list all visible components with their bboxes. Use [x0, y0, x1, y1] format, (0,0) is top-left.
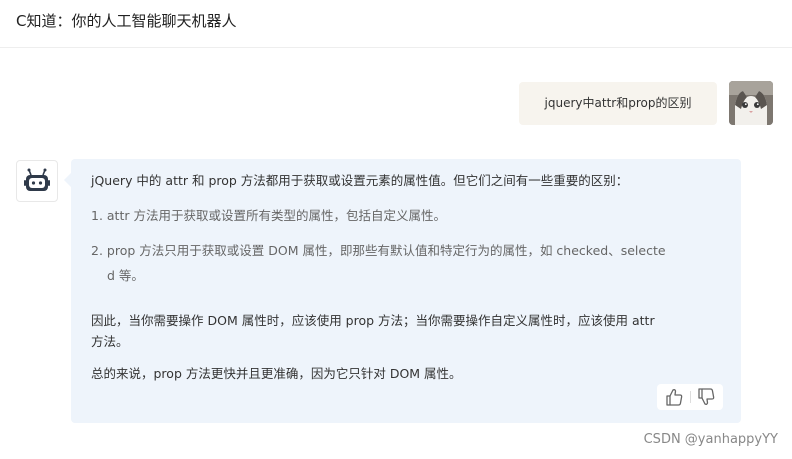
- watermark: CSDN @yanhappyYY: [643, 432, 778, 447]
- thumbs-down-icon: [698, 388, 715, 405]
- bot-conclusion-text: 因此，当你需要操作 DOM 属性时，应该使用 prop 方法；当你需要操作自定义…: [91, 313, 655, 328]
- page-title: C知道：你的人工智能聊天机器人: [16, 12, 237, 30]
- bot-avatar: [16, 160, 58, 202]
- list-item-continuation: d 等。: [107, 268, 144, 283]
- cat-avatar-icon: [729, 81, 773, 125]
- thumbs-up-button[interactable]: [663, 387, 685, 407]
- robot-icon: [24, 168, 50, 191]
- feedback-divider: [690, 391, 691, 403]
- list-item: 1. attr 方法用于获取或设置所有类型的属性，包括自定义属性。: [91, 208, 446, 223]
- bot-intro-text: jQuery 中的 attr 和 prop 方法都用于获取或设置元素的属性值。但…: [91, 173, 629, 188]
- bot-summary-text: 总的来说，prop 方法更快并且更准确，因为它只针对 DOM 属性。: [91, 366, 462, 381]
- user-message-bubble: jquery中attr和prop的区别: [519, 82, 717, 125]
- user-message-text: jquery中attr和prop的区别: [544, 96, 692, 110]
- bot-conclusion-text-continuation: 方法。: [91, 334, 129, 349]
- bot-message-bubble: jQuery 中的 attr 和 prop 方法都用于获取或设置元素的属性值。但…: [71, 159, 741, 423]
- user-avatar: [729, 81, 773, 125]
- feedback-bar: [657, 384, 723, 410]
- chat-page: C知道：你的人工智能聊天机器人 jquery中attr和prop的区别 jQue…: [0, 0, 792, 459]
- thumbs-down-button[interactable]: [695, 387, 717, 407]
- list-item: 2. prop 方法只用于获取或设置 DOM 属性，即那些有默认值和特定行为的属…: [91, 243, 666, 258]
- chat-header: C知道：你的人工智能聊天机器人: [0, 0, 792, 48]
- thumbs-up-icon: [666, 389, 683, 406]
